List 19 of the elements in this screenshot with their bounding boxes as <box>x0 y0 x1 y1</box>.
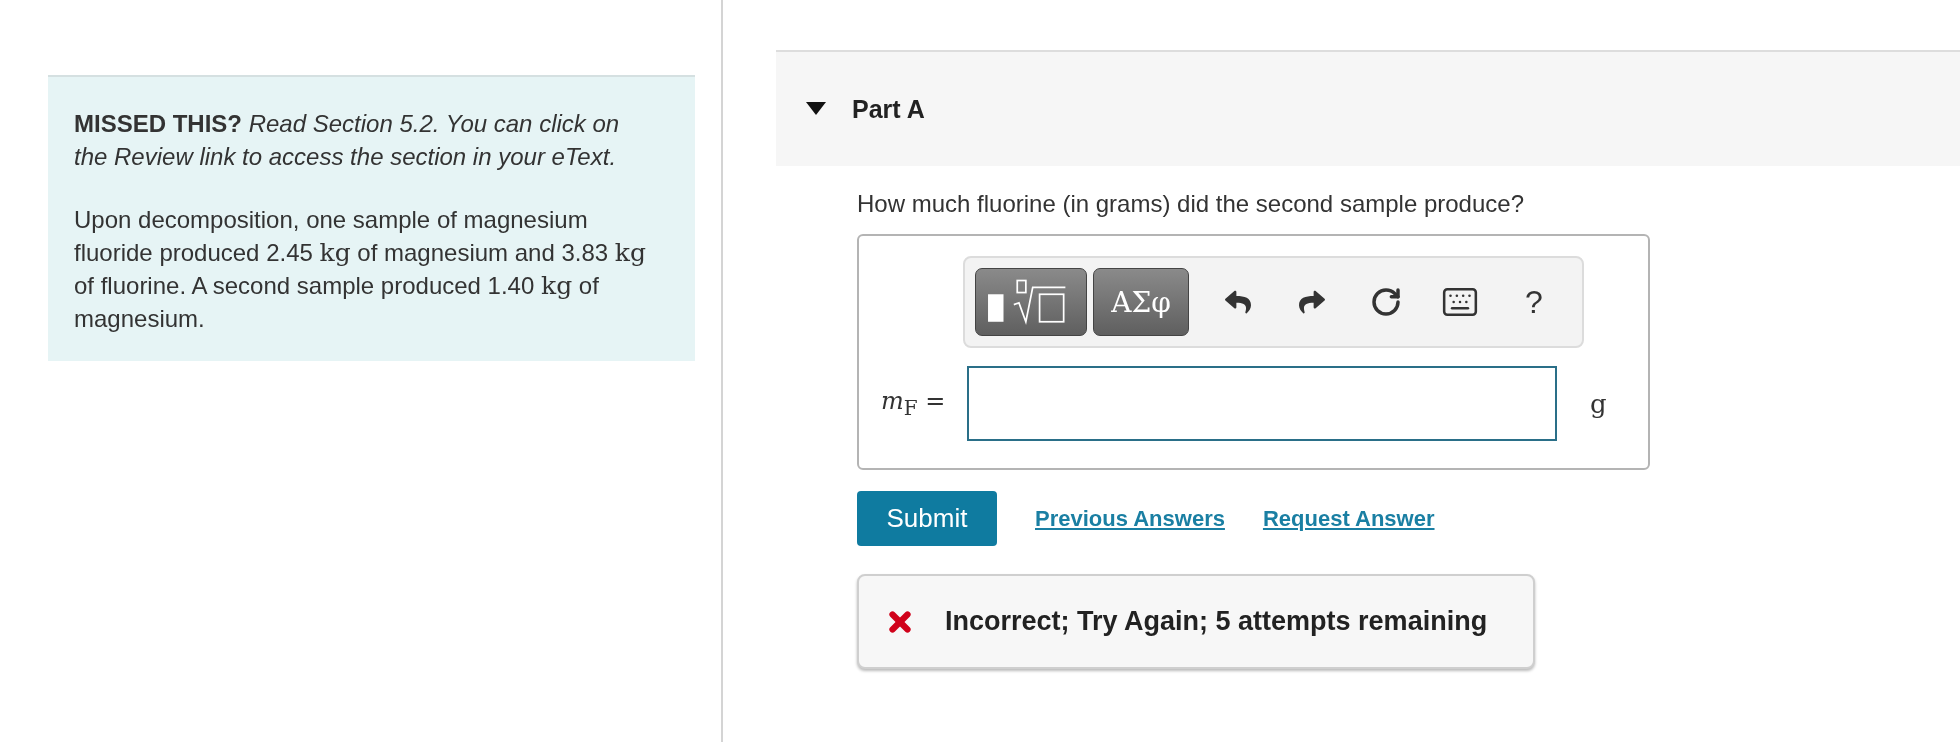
variable-label: m$_{F}$ = <box>880 387 947 420</box>
reset-icon <box>1370 286 1402 318</box>
redo-icon <box>1299 289 1325 315</box>
answer-link[interactable]: Previous Answers <box>1035 505 1225 532</box>
question-text: How much fluorine (in grams) did the second sample produce? <box>857 190 1525 218</box>
answer-link[interactable]: Request Answer <box>1262 505 1435 532</box>
part-header[interactable]: Part A <box>776 50 1960 166</box>
unit-label: g <box>1590 388 1607 419</box>
feedback-text: Incorrect; Try Again; 5 attempts remaining <box>945 606 1488 637</box>
answer-field[interactable] <box>967 366 1557 441</box>
hint-text: MISSED THIS? Read Section 5.2. You can click on the Review link to access the section in your eText. <box>74 109 621 172</box>
collapse-triangle-icon[interactable] <box>806 102 826 116</box>
problem-text: Upon decomposition, one sample of magnesium fluoride produced 2.45 kg of magnesium and 3.83 kg of fluorine. A second sample produced 1.40 kg of magnesium. <box>74 205 647 334</box>
part-title: Part A <box>852 94 925 124</box>
undo-icon <box>1225 289 1251 315</box>
greek-symbols-button[interactable]: ΑΣφ <box>1093 268 1189 336</box>
templates-button[interactable] <box>975 268 1087 336</box>
help-button[interactable]: ? <box>1503 272 1565 332</box>
submit-button[interactable]: Submit <box>857 491 997 546</box>
